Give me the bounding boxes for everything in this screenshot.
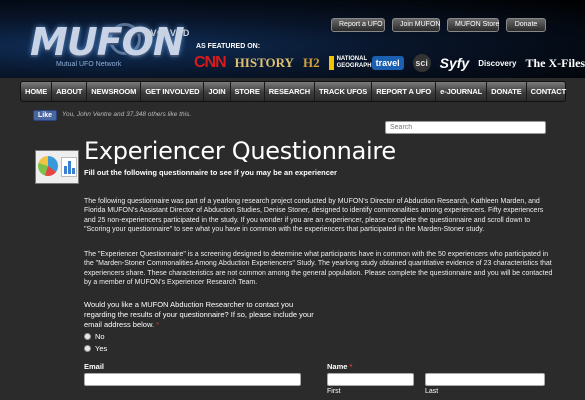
option-yes-label: Yes bbox=[95, 344, 108, 353]
mufon-store-link[interactable]: MUFON Store bbox=[447, 18, 499, 32]
like-label: Like bbox=[38, 112, 53, 119]
syfy-logo: Syfy bbox=[439, 55, 470, 71]
nav-home[interactable]: HOME bbox=[21, 82, 53, 101]
name-label: Name bbox=[327, 362, 348, 371]
like-count-text: You, John Ventre and 37,348 others like … bbox=[62, 111, 192, 118]
page-subtitle: Fill out the following questionnaire to … bbox=[84, 168, 337, 177]
cnn-logo: CNN bbox=[194, 54, 227, 71]
contact-question: Would you like a MUFON Abduction Researc… bbox=[84, 300, 314, 329]
xfiles-logo: The X-Files bbox=[525, 55, 585, 70]
logo-subtitle: Mutual UFO Network bbox=[56, 61, 122, 68]
logo-text: MUFON bbox=[30, 20, 185, 64]
questionnaire-thumbnail bbox=[35, 150, 79, 184]
radio-no[interactable] bbox=[84, 333, 91, 340]
email-field[interactable] bbox=[84, 373, 301, 386]
nav-get-involved[interactable]: GET INVOLVED bbox=[141, 82, 205, 101]
name-label-group: Name * bbox=[327, 362, 352, 371]
h2-logo: H2 bbox=[302, 55, 320, 70]
option-no-label: No bbox=[95, 332, 105, 341]
sci-logo: sci bbox=[412, 54, 431, 72]
radio-yes[interactable] bbox=[84, 345, 91, 352]
featured-brands: CNN HISTORY H2 NATIONAL GEOGRAPHIC trave… bbox=[194, 52, 585, 74]
last-label: Last bbox=[425, 388, 439, 395]
report-ufo-link[interactable]: Report a UFO bbox=[331, 18, 385, 32]
nav-report-a-ufo[interactable]: REPORT A UFO bbox=[372, 82, 437, 101]
nav-e-journal[interactable]: e-JOURNAL bbox=[436, 82, 488, 101]
intro-paragraph: The following questionnaire was part of … bbox=[84, 198, 544, 234]
natgeo-logo: NATIONAL GEOGRAPHIC bbox=[328, 56, 378, 70]
mufon-logo[interactable]: MUFON EVOLVED Mutual UFO Network bbox=[26, 20, 189, 70]
pie-chart-icon bbox=[38, 156, 58, 176]
first-label: First bbox=[327, 388, 341, 395]
page-title: Experiencer Questionnaire bbox=[84, 137, 396, 165]
facebook-like-button[interactable]: Like bbox=[33, 110, 58, 121]
nav-join[interactable]: JOIN bbox=[204, 82, 231, 101]
bar-chart-icon bbox=[61, 157, 77, 177]
required-mark: * bbox=[156, 319, 160, 329]
name-required-mark: * bbox=[349, 362, 353, 371]
email-label: Email bbox=[84, 362, 105, 371]
discovery-logo: Discovery bbox=[478, 58, 517, 68]
description-paragraph: The "Experiencer Questionnaire" is a scr… bbox=[84, 251, 553, 287]
site-header: MUFON EVOLVED Mutual UFO Network Report … bbox=[0, 0, 585, 78]
join-mufon-link[interactable]: Join MUFON bbox=[392, 18, 440, 32]
nav-store[interactable]: STORE bbox=[231, 82, 265, 101]
nav-track-ufos[interactable]: TRACK UFOS bbox=[315, 82, 373, 101]
nav-contact[interactable]: CONTACT bbox=[527, 82, 570, 101]
logo-tag: EVOLVED bbox=[144, 28, 190, 38]
last-name-field[interactable] bbox=[425, 373, 545, 386]
main-nav: HOME ABOUT NEWSROOM GET INVOLVED JOIN ST… bbox=[20, 81, 566, 102]
search-input[interactable] bbox=[385, 121, 546, 134]
travel-logo: travel bbox=[371, 56, 404, 70]
donate-link[interactable]: Donate bbox=[506, 18, 546, 32]
history-logo: HISTORY bbox=[234, 55, 294, 70]
option-yes[interactable]: Yes bbox=[84, 344, 107, 353]
question-text: Would you like a MUFON Abduction Researc… bbox=[84, 300, 314, 329]
top-links: Report a UFO Join MUFON MUFON Store Dona… bbox=[331, 18, 546, 32]
nav-donate[interactable]: DONATE bbox=[487, 82, 527, 101]
nav-newsroom[interactable]: NEWSROOM bbox=[87, 82, 142, 101]
featured-label: AS FEATURED ON: bbox=[196, 43, 261, 50]
nav-research[interactable]: RESEARCH bbox=[265, 82, 316, 101]
option-no[interactable]: No bbox=[84, 332, 105, 341]
first-name-field[interactable] bbox=[327, 373, 414, 386]
nav-about[interactable]: ABOUT bbox=[52, 82, 88, 101]
